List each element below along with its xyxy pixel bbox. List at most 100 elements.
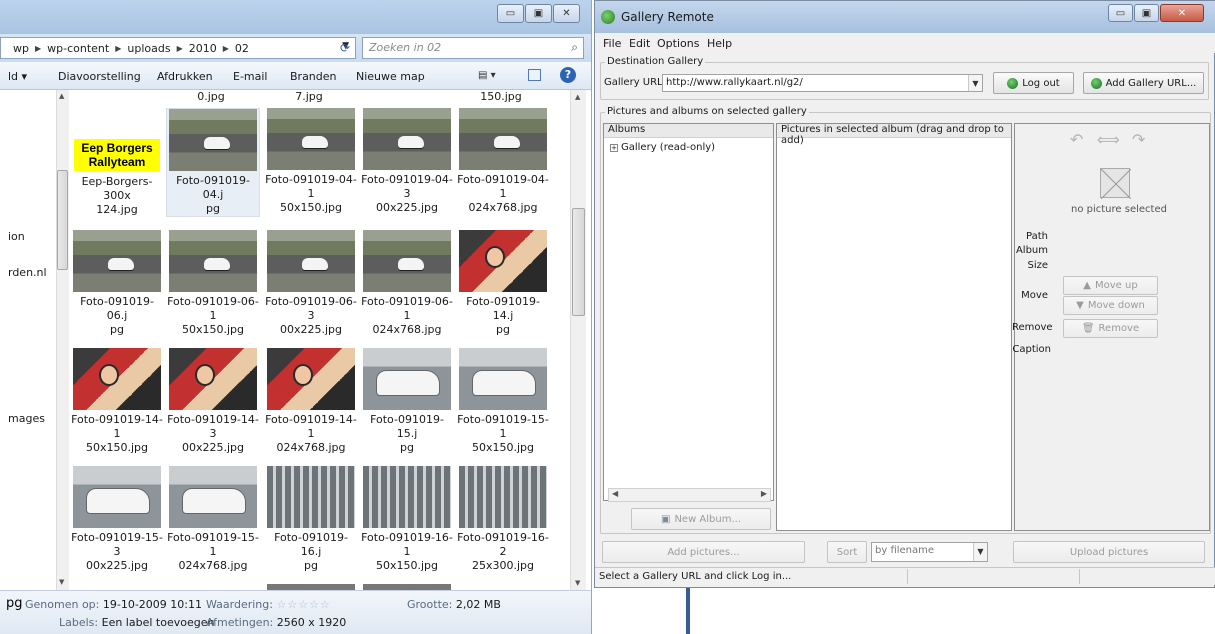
- list-item[interactable]: Eep Borgers Rallyteam Eep-Borgers-300x 12…: [70, 108, 164, 217]
- scroll-down-icon[interactable]: ▼: [59, 578, 64, 586]
- minimize-icon[interactable]: ▭: [497, 4, 524, 23]
- scroll-down-icon[interactable]: ▼: [575, 579, 580, 587]
- list-item[interactable]: Foto-091019-06-1 50x150.jpg: [166, 230, 260, 337]
- gallery-url-combo[interactable]: http://www.rallykaart.nl/g2/ ▼: [662, 74, 983, 92]
- scroll-right-icon[interactable]: ▶: [761, 489, 767, 498]
- list-item[interactable]: 150.jpg: [454, 90, 548, 104]
- list-item[interactable]: Foto-091019-16-1 50x150.jpg: [360, 466, 454, 573]
- breadcrumb-item[interactable]: wp: [13, 42, 29, 55]
- sort-button[interactable]: Sort: [827, 541, 867, 563]
- list-item[interactable]: Foto-091019-06-1 024x768.jpg: [360, 230, 454, 337]
- list-item[interactable]: Foto-091019-15-1 024x768.jpg: [166, 466, 260, 573]
- menu-edit[interactable]: Edit: [629, 37, 650, 50]
- list-item[interactable]: Foto-091019-15-1 50x150.jpg: [456, 348, 550, 455]
- expand-icon[interactable]: +: [610, 144, 618, 152]
- new-album-button[interactable]: ▣ New Album...: [631, 508, 771, 530]
- chevron-right-icon[interactable]: ▶: [177, 44, 183, 53]
- no-picture-text: no picture selected: [1071, 204, 1167, 215]
- move-down-button[interactable]: ▼ Move down: [1063, 296, 1158, 315]
- refresh-icon[interactable]: ⟳: [340, 41, 350, 55]
- albums-hscrollbar[interactable]: ◀ ▶: [608, 488, 771, 502]
- search-icon[interactable]: ⌕: [571, 40, 578, 55]
- rotate-right-icon[interactable]: ↷: [1132, 130, 1145, 149]
- list-item[interactable]: Foto-091019-04.j pg: [166, 108, 260, 217]
- caption-label: Caption: [1012, 344, 1051, 355]
- help-icon[interactable]: ?: [560, 67, 576, 83]
- list-item[interactable]: Foto-091019-15-3 00x225.jpg: [70, 466, 164, 573]
- scroll-up-icon[interactable]: ▲: [575, 93, 580, 101]
- log-out-button[interactable]: Log out: [993, 72, 1074, 94]
- maximize-icon[interactable]: ▣: [1134, 4, 1159, 22]
- file-name: Foto-091019-16.j pg: [274, 531, 348, 572]
- list-item[interactable]: Foto-091019-14.j pg: [456, 230, 550, 337]
- email-button[interactable]: E-mail: [233, 70, 268, 83]
- chevron-right-icon[interactable]: ▶: [223, 44, 229, 53]
- file-list-scrollbar-thumb[interactable]: [572, 208, 585, 316]
- path-label: Path: [1026, 231, 1048, 242]
- status-divider: [1079, 569, 1080, 584]
- list-item[interactable]: Foto-091019-04-1 024x768.jpg: [456, 108, 550, 215]
- search-input[interactable]: Zoeken in 02 ⌕: [362, 37, 584, 59]
- date-taken: Genomen op: 19-10-2009 10:11: [25, 598, 202, 611]
- list-item[interactable]: Foto-091019-16.j pg: [264, 466, 358, 573]
- nav-item[interactable]: mages: [8, 412, 45, 425]
- list-item[interactable]: 7.jpg: [262, 90, 356, 104]
- burn-button[interactable]: Branden: [290, 70, 337, 83]
- add-pictures-button[interactable]: Add pictures...: [602, 541, 805, 563]
- list-item[interactable]: Foto-091019-14-3 00x225.jpg: [166, 348, 260, 455]
- menu-help[interactable]: Help: [707, 37, 732, 50]
- list-item[interactable]: Foto-091019-06.j pg: [70, 230, 164, 337]
- list-item[interactable]: Foto-091019-04-1 50x150.jpg: [264, 108, 358, 215]
- remove-button[interactable]: 🗑 Remove: [1063, 319, 1158, 338]
- scroll-left-icon[interactable]: ◀: [612, 489, 618, 498]
- breadcrumb[interactable]: wp ▶ wp-content ▶ uploads ▶ 2010 ▶ 02 ▼: [0, 37, 356, 59]
- breadcrumb-item[interactable]: 02: [235, 42, 249, 55]
- new-folder-button[interactable]: Nieuwe map: [356, 70, 425, 83]
- chevron-right-icon[interactable]: ▶: [115, 44, 121, 53]
- print-button[interactable]: Afdrukken: [157, 70, 213, 83]
- tree-item-gallery[interactable]: + Gallery (read-only): [610, 142, 715, 153]
- thumbnail-image: [363, 348, 451, 410]
- minimize-icon[interactable]: ▭: [1108, 4, 1133, 22]
- chevron-right-icon[interactable]: ▶: [35, 44, 41, 53]
- menu-options[interactable]: Options: [657, 37, 699, 50]
- sort-order-select[interactable]: by filename ▼: [871, 542, 988, 562]
- scroll-up-icon[interactable]: ▲: [59, 92, 64, 100]
- breadcrumb-item[interactable]: wp-content: [47, 42, 109, 55]
- chevron-down-icon[interactable]: ▼: [968, 75, 982, 91]
- star-rating-icon[interactable]: ☆☆☆☆☆: [276, 598, 330, 611]
- nav-scrollbar[interactable]: ▲ ▼: [56, 90, 69, 590]
- list-item[interactable]: Foto-091019-06-3 00x225.jpg: [264, 230, 358, 337]
- chevron-down-icon[interactable]: ▼: [973, 543, 987, 561]
- maximize-icon[interactable]: ▣: [525, 4, 552, 23]
- file-list-scrollbar[interactable]: ▲ ▼: [570, 90, 586, 590]
- slideshow-button[interactable]: Diavoorstelling: [58, 70, 141, 83]
- close-icon[interactable]: ✕: [1160, 4, 1204, 22]
- nav-item[interactable]: ion: [8, 230, 25, 243]
- views-icon[interactable]: ▤ ▾: [478, 70, 496, 81]
- organize-button[interactable]: ld ▾: [8, 70, 27, 83]
- list-item[interactable]: Foto-091019-14-1 024x768.jpg: [264, 348, 358, 455]
- nav-scrollbar-thumb[interactable]: [57, 170, 68, 270]
- list-item[interactable]: Foto-091019-16-2 25x300.jpg: [456, 466, 550, 573]
- details-pane: pg Genomen op: 19-10-2009 10:11 Labels: …: [0, 590, 591, 634]
- close-icon[interactable]: ✕: [553, 4, 580, 23]
- move-up-button[interactable]: ▲ Move up: [1063, 276, 1158, 295]
- labels-value[interactable]: Een label toevoegen: [102, 616, 215, 629]
- add-gallery-url-button[interactable]: Add Gallery URL...: [1083, 72, 1204, 94]
- list-item[interactable]: Foto-091019-14-1 50x150.jpg: [70, 348, 164, 455]
- breadcrumb-item[interactable]: uploads: [127, 42, 170, 55]
- nav-item[interactable]: rden.nl: [8, 266, 47, 279]
- list-item[interactable]: Foto-091019-04-3 00x225.jpg: [360, 108, 454, 215]
- breadcrumb-item[interactable]: 2010: [189, 42, 217, 55]
- file-name: Foto-091019-15-1 50x150.jpg: [457, 413, 549, 454]
- list-item[interactable]: 0.jpg: [164, 90, 258, 104]
- upload-pictures-button[interactable]: Upload pictures: [1013, 541, 1205, 563]
- flip-icon[interactable]: ⟺: [1097, 130, 1120, 149]
- menu-file[interactable]: File: [603, 37, 621, 50]
- log-out-label: Log out: [1022, 77, 1060, 89]
- list-item[interactable]: Foto-091019-15.j pg: [360, 348, 454, 455]
- rotate-left-icon[interactable]: ↶: [1070, 130, 1083, 149]
- preview-pane-icon[interactable]: [528, 69, 541, 81]
- file-name: Foto-091019-15-3 00x225.jpg: [71, 531, 163, 572]
